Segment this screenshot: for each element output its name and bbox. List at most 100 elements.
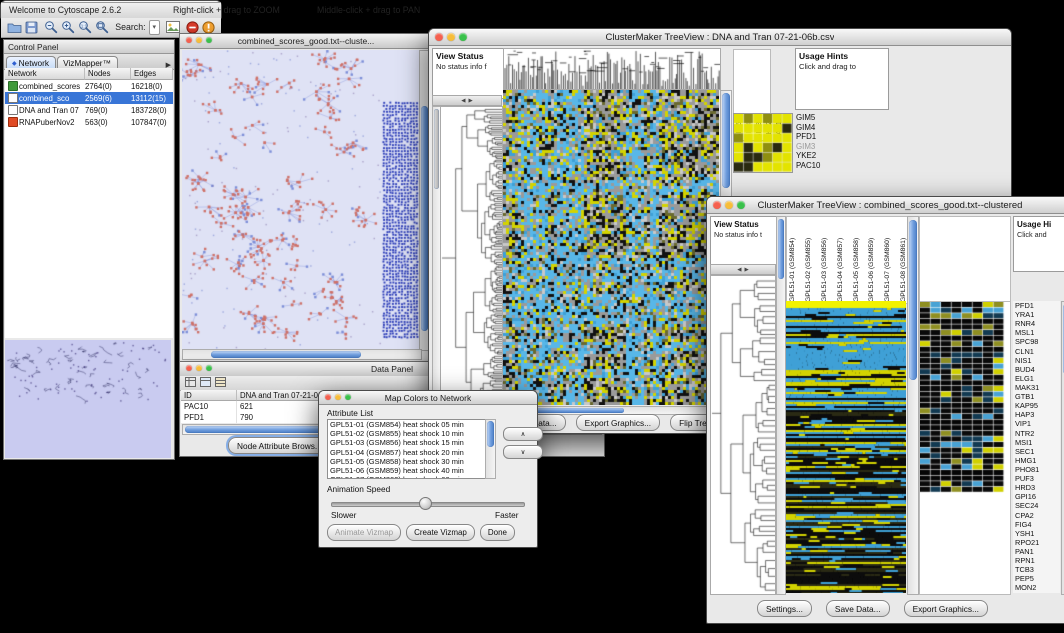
gene-label[interactable]: VIP1 bbox=[1013, 419, 1060, 428]
gene-label[interactable]: FIG4 bbox=[1013, 520, 1060, 529]
gene-label[interactable]: MSI1 bbox=[1013, 438, 1060, 447]
treeview-combined-titlebar[interactable]: ClusterMaker TreeView : combined_scores_… bbox=[707, 197, 1064, 214]
dendrogram-scrollbar[interactable] bbox=[776, 216, 786, 595]
heatmap-canvas[interactable] bbox=[503, 90, 719, 405]
scroll-right-icon[interactable]: ▶ bbox=[469, 98, 473, 104]
gene-label[interactable]: GPI16 bbox=[1013, 492, 1060, 501]
gene-label[interactable]: SEC24 bbox=[1013, 501, 1060, 510]
minimize-icon[interactable] bbox=[196, 37, 202, 43]
zoom-heatmap[interactable] bbox=[919, 301, 1011, 595]
gene-label[interactable]: SPC98 bbox=[1013, 337, 1060, 346]
column-header[interactable]: Network bbox=[5, 68, 85, 80]
attribute-list-scrollbar[interactable] bbox=[485, 419, 496, 479]
network-row[interactable]: combined_scores 2764(0) 16218(0) bbox=[5, 80, 173, 92]
animation-speed-slider[interactable] bbox=[331, 497, 525, 509]
heatmap-vertical-scrollbar[interactable] bbox=[907, 216, 919, 595]
dendrogram-scroll-arrows[interactable]: ◀ ▶ bbox=[710, 264, 776, 275]
gene-label[interactable]: HRD3 bbox=[1013, 483, 1060, 492]
matrix-label[interactable]: GIM4 bbox=[796, 123, 820, 133]
gene-label[interactable]: PAN1 bbox=[1013, 547, 1060, 556]
gene-label[interactable]: HMG1 bbox=[1013, 456, 1060, 465]
open-session-icon[interactable] bbox=[7, 19, 22, 35]
minimize-icon[interactable] bbox=[335, 394, 341, 400]
column-label[interactable]: GPL51-05 (GSM858) bbox=[853, 218, 862, 302]
network-view-titlebar[interactable]: combined_scores_good.txt--cluste... bbox=[180, 34, 432, 49]
zoom-icon[interactable] bbox=[737, 201, 745, 209]
gene-label[interactable]: SEC1 bbox=[1013, 447, 1060, 456]
dialog-button[interactable]: Done bbox=[480, 524, 515, 541]
matrix-label[interactable]: YKE2 bbox=[796, 151, 820, 161]
search-input[interactable]: ▾ bbox=[149, 20, 161, 35]
gene-label[interactable]: GTB1 bbox=[1013, 392, 1060, 401]
treeview-button[interactable]: Settings... bbox=[757, 600, 812, 617]
zoom-in-icon[interactable] bbox=[61, 19, 75, 35]
column-label[interactable]: GPL51-03 (GSM856) bbox=[821, 218, 830, 302]
correlation-matrix[interactable] bbox=[733, 113, 793, 173]
gene-label[interactable]: MAK31 bbox=[1013, 383, 1060, 392]
gene-label[interactable]: BUD4 bbox=[1013, 365, 1060, 374]
save-session-icon[interactable] bbox=[25, 19, 38, 35]
column-header[interactable]: Nodes bbox=[85, 68, 131, 80]
network-horizontal-scrollbar[interactable] bbox=[182, 349, 422, 360]
gene-label[interactable]: RNR4 bbox=[1013, 319, 1060, 328]
dendrogram-scroll-arrows[interactable]: ◀ ▶ bbox=[432, 95, 502, 106]
gene-label[interactable]: YSH1 bbox=[1013, 529, 1060, 538]
gene-label[interactable]: TCB3 bbox=[1013, 565, 1060, 574]
attribute-item[interactable]: GPL51-06 (GSM859) heat shock 40 min bbox=[328, 466, 486, 475]
column-label[interactable]: GPL51-04 (GSM857) bbox=[837, 218, 846, 302]
gene-label[interactable]: HAP3 bbox=[1013, 410, 1060, 419]
zoom-icon[interactable] bbox=[459, 33, 467, 41]
gene-label[interactable]: RPN1 bbox=[1013, 556, 1060, 565]
column-label[interactable]: GPL51-01 (GSM854) bbox=[789, 218, 798, 302]
gene-label[interactable]: MON2 bbox=[1013, 583, 1060, 592]
treeview-button[interactable]: Export Graphics... bbox=[576, 414, 660, 431]
zoom-fit-icon[interactable] bbox=[95, 19, 109, 35]
slider-thumb[interactable] bbox=[419, 497, 432, 510]
attribute-item[interactable]: GPL51-04 (GSM857) heat shock 20 min bbox=[328, 448, 486, 457]
scroll-left-icon[interactable]: ◀ bbox=[461, 98, 465, 104]
matrix-label[interactable]: GIM3 bbox=[796, 142, 820, 152]
zoom-out-icon[interactable] bbox=[44, 19, 58, 35]
close-icon[interactable] bbox=[435, 33, 443, 41]
treeview-dna-titlebar[interactable]: ClusterMaker TreeView : DNA and Tran 07-… bbox=[429, 29, 1011, 46]
move-down-button[interactable]: ∨ bbox=[503, 445, 543, 459]
dialog-titlebar[interactable]: Map Colors to Network bbox=[319, 391, 537, 405]
zoom-actual-icon[interactable]: 1:1 bbox=[78, 19, 92, 35]
gene-label[interactable]: YRA1 bbox=[1013, 310, 1060, 319]
scroll-right-icon[interactable]: ▶ bbox=[745, 267, 749, 273]
gene-label[interactable]: NTR2 bbox=[1013, 429, 1060, 438]
node-attribute-browser-button[interactable]: Node Attribute Brows... bbox=[228, 437, 331, 454]
gene-label[interactable]: PFD1 bbox=[1013, 301, 1060, 310]
treeview-button[interactable]: Export Graphics... bbox=[904, 600, 988, 617]
scroll-left-icon[interactable]: ◀ bbox=[737, 267, 741, 273]
close-icon[interactable] bbox=[186, 365, 192, 371]
gene-label[interactable]: CLN1 bbox=[1013, 347, 1060, 356]
gene-label[interactable]: RPO21 bbox=[1013, 538, 1060, 547]
minimize-icon[interactable] bbox=[725, 201, 733, 209]
zoom-icon[interactable] bbox=[345, 394, 351, 400]
minimize-icon[interactable] bbox=[447, 33, 455, 41]
search-dropdown-icon[interactable]: ▾ bbox=[153, 23, 157, 31]
gene-label[interactable]: PUF3 bbox=[1013, 474, 1060, 483]
gene-label[interactable]: PEP5 bbox=[1013, 574, 1060, 583]
gene-label[interactable]: PHO81 bbox=[1013, 465, 1060, 474]
treeview-button[interactable]: Save Data... bbox=[826, 600, 890, 617]
column-header[interactable]: ID bbox=[181, 390, 237, 401]
row-dendrogram[interactable] bbox=[710, 275, 776, 595]
network-row[interactable]: combined_sco 2569(6) 13112(15) bbox=[5, 92, 173, 104]
network-canvas[interactable] bbox=[182, 50, 420, 349]
heatmap-canvas[interactable] bbox=[786, 301, 906, 593]
gene-label[interactable]: ELG1 bbox=[1013, 374, 1060, 383]
minimize-icon[interactable] bbox=[196, 365, 202, 371]
column-label[interactable]: GPL51-07 (GSM860) bbox=[884, 218, 893, 302]
attribute-item[interactable]: GPL51-02 (GSM855) heat shock 10 min bbox=[328, 429, 486, 438]
close-icon[interactable] bbox=[325, 394, 331, 400]
gene-label[interactable]: NIS1 bbox=[1013, 356, 1060, 365]
attribute-item[interactable]: GPL51-07 (GSM860) heat shock 60 min bbox=[328, 475, 486, 479]
gene-label[interactable]: CPA2 bbox=[1013, 511, 1060, 520]
attribute-item[interactable]: GPL51-05 (GSM858) heat shock 30 min bbox=[328, 457, 486, 466]
network-row[interactable]: RNAPuberNov2 563(0) 107847(0) bbox=[5, 116, 173, 128]
attribute-item[interactable]: GPL51-01 (GSM854) heat shock 05 min bbox=[328, 420, 486, 429]
close-icon[interactable] bbox=[713, 201, 721, 209]
column-label[interactable]: GPL51-02 (GSM855) bbox=[805, 218, 814, 302]
